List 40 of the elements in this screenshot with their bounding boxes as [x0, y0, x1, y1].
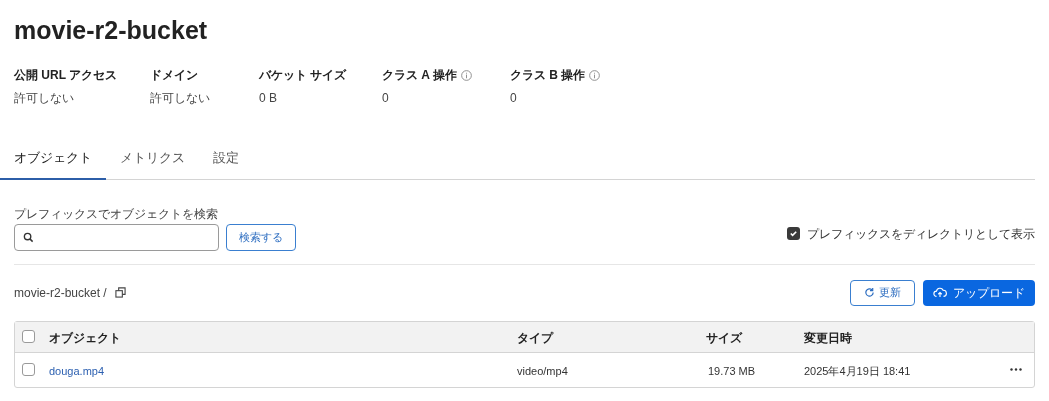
stat-value: 許可しない	[14, 90, 75, 107]
stat-label: クラス A 操作	[382, 67, 457, 83]
refresh-button[interactable]: 更新	[850, 279, 915, 306]
stat-value: 0	[510, 90, 518, 107]
stat-value: 0 B	[259, 90, 278, 107]
table-cell: video/mp4	[517, 364, 568, 377]
column-header: 変更日時	[804, 330, 852, 345]
stat-label: バケット サイズ	[259, 67, 347, 83]
info-icon[interactable]	[589, 69, 601, 81]
checkbox-label: プレフィックスをディレクトリとして表示	[807, 225, 1035, 243]
copy-icon[interactable]	[114, 287, 126, 298]
table-cell: 19.73 MB	[708, 364, 756, 377]
cloud-upload-icon	[933, 287, 947, 298]
row-checkbox[interactable]	[22, 363, 35, 376]
tab[interactable]: 設定	[199, 148, 253, 180]
stat-value: 許可しない	[150, 90, 211, 107]
stat-label: 公開 URL アクセス	[14, 67, 118, 83]
search-field[interactable]	[14, 223, 219, 251]
tab[interactable]: オブジェクト	[0, 148, 106, 180]
column-header: オブジェクト	[49, 330, 121, 345]
info-icon[interactable]	[460, 69, 472, 81]
table-cell: 2025年4月19日 18:41	[804, 364, 911, 377]
stat-value: 0	[382, 90, 390, 107]
refresh-icon	[864, 287, 875, 298]
tab[interactable]: メトリクス	[106, 148, 199, 180]
stat-label: ドメイン	[150, 67, 198, 83]
search-button[interactable]: 検索する	[226, 223, 296, 251]
column-header: タイプ	[517, 330, 553, 345]
column-header: サイズ	[706, 330, 742, 345]
breadcrumb: movie-r2-bucket /	[14, 284, 107, 302]
checkbox[interactable]	[787, 227, 800, 240]
stat-label: クラス B 操作	[510, 67, 586, 83]
select-all-checkbox[interactable]	[22, 330, 35, 343]
upload-button[interactable]: アップロード	[923, 279, 1035, 306]
page-title: movie-r2-bucket	[14, 15, 209, 46]
search-icon	[23, 231, 34, 243]
more-icon[interactable]	[1010, 368, 1022, 371]
object-link[interactable]: douga.mp4	[49, 364, 105, 377]
check-icon	[789, 229, 798, 238]
search-label: プレフィックスでオブジェクトを検索	[14, 206, 219, 221]
